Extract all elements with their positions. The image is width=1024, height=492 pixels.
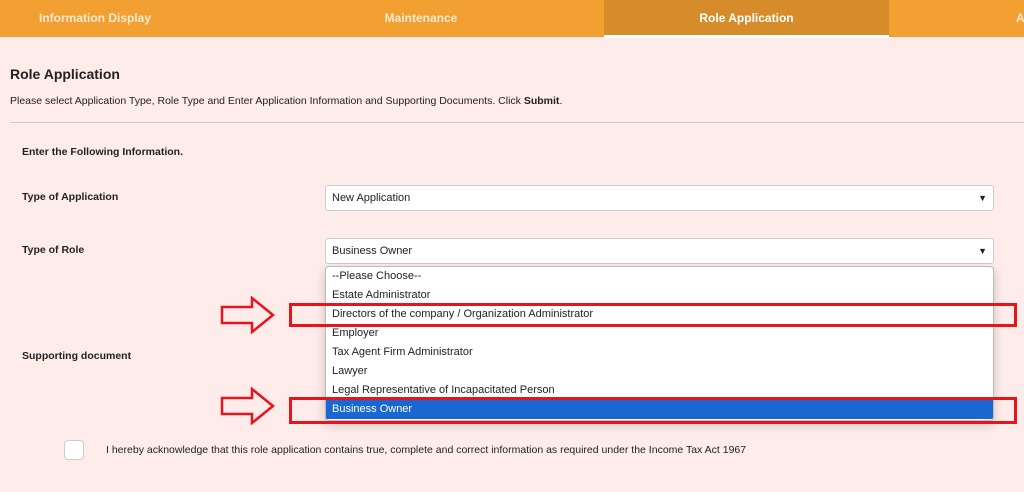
page-title: Role Application	[10, 66, 120, 82]
application-type-label: Type of Application	[22, 191, 119, 203]
highlight-box-directors	[289, 303, 1017, 327]
application-type-select[interactable]: New Application ▼	[325, 185, 994, 211]
option-lawyer[interactable]: Lawyer	[326, 362, 993, 381]
description-end: .	[559, 95, 563, 107]
arrow-icon	[220, 296, 275, 334]
arrow-icon	[220, 387, 275, 425]
supporting-document-label: Supporting document	[22, 350, 132, 362]
option-please-choose[interactable]: --Please Choose--	[326, 267, 993, 286]
tab-maintenance[interactable]: Maintenance	[319, 0, 523, 37]
description-text: Please select Application Type, Role Typ…	[10, 95, 524, 107]
acknowledge-checkbox[interactable]	[64, 440, 84, 460]
role-type-select[interactable]: Business Owner ▼	[325, 238, 994, 264]
chevron-down-icon: ▼	[978, 193, 987, 203]
tab-fourth[interactable]: A	[1016, 0, 1024, 37]
tab-role-application[interactable]: Role Application	[604, 0, 889, 38]
acknowledge-text: I hereby acknowledge that this role appl…	[106, 444, 747, 456]
divider	[10, 122, 1024, 123]
highlight-box-business-owner	[289, 397, 1017, 424]
description-submit: Submit	[523, 95, 560, 107]
top-nav: Information Display Maintenance Role App…	[0, 0, 1024, 38]
role-type-value: Business Owner	[332, 245, 413, 257]
option-tax-agent[interactable]: Tax Agent Firm Administrator	[326, 343, 993, 362]
section-label: Enter the Following Information.	[22, 146, 183, 158]
tab-information-display[interactable]: Information Display	[0, 0, 190, 37]
page-description: Please select Application Type, Role Typ…	[10, 95, 562, 107]
role-type-label: Type of Role	[22, 244, 85, 256]
chevron-down-icon: ▼	[978, 246, 987, 256]
application-type-value: New Application	[332, 192, 411, 204]
